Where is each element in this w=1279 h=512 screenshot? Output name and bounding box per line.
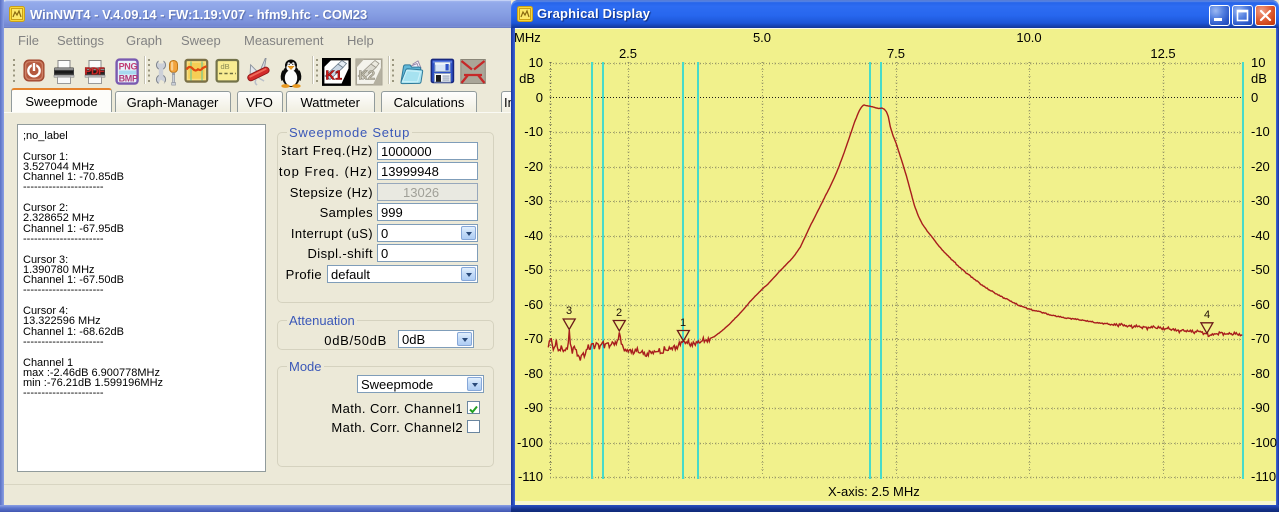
svg-text:PDF: PDF [85,66,106,78]
svg-text:K2: K2 [359,68,376,83]
svg-text:dB: dB [221,62,230,71]
svg-text:PNG: PNG [119,62,138,72]
svg-text:BMP: BMP [119,74,138,84]
svg-text:K1: K1 [326,68,343,83]
